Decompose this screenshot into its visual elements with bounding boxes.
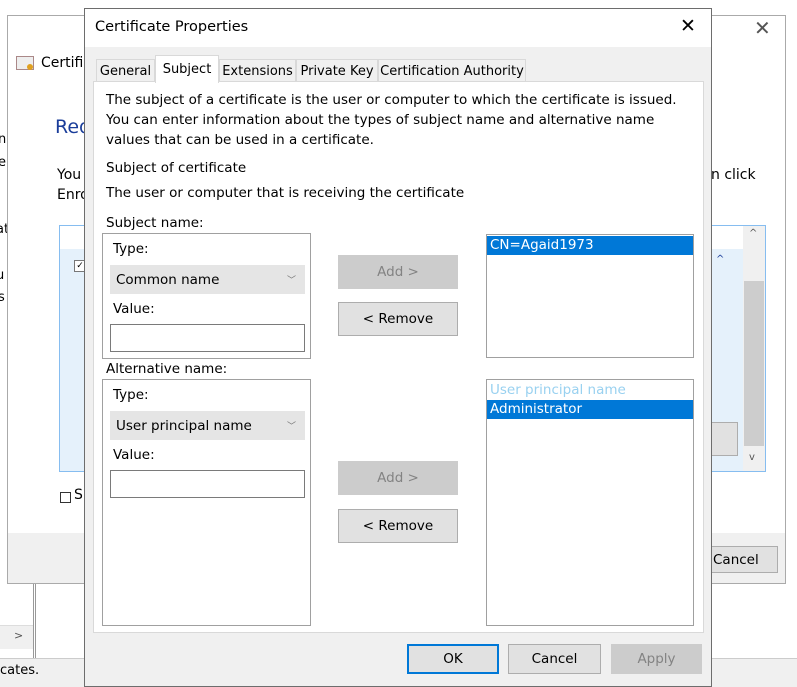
type-label: Type: bbox=[113, 387, 149, 403]
value-label: Value: bbox=[113, 447, 155, 463]
button-label: Add > bbox=[377, 264, 419, 280]
tab-private-key[interactable]: Private Key bbox=[296, 59, 378, 82]
alternative-name-list[interactable]: User principal name Administrator bbox=[486, 379, 694, 626]
button-label: Add > bbox=[377, 470, 419, 486]
status-text: cates. bbox=[0, 663, 40, 678]
description-text: The subject of a certificate is the user… bbox=[106, 92, 677, 148]
list-item[interactable]: CN=Agaid1973 bbox=[487, 236, 693, 255]
subject-name-group: Type: Common name ﹀ Value: bbox=[102, 233, 311, 359]
type-label: Type: bbox=[113, 241, 149, 257]
horizontal-scrollbar[interactable]: > bbox=[0, 625, 33, 649]
value-label: Value: bbox=[113, 301, 155, 317]
subject-remove-button[interactable]: < Remove bbox=[338, 302, 458, 336]
chevron-down-icon: ﹀ bbox=[286, 276, 296, 286]
certificate-properties-dialog: Certificate Properties ✕ General Subject… bbox=[84, 8, 712, 687]
intro-text-right: n click bbox=[711, 167, 756, 183]
alternative-type-dropdown[interactable]: User principal name ﹀ bbox=[110, 411, 305, 440]
chevron-up-icon[interactable]: ^ bbox=[716, 254, 724, 265]
tab-certification-authority[interactable]: Certification Authority bbox=[378, 59, 526, 82]
close-icon[interactable]: ✕ bbox=[680, 15, 696, 37]
subject-add-button[interactable]: Add > bbox=[338, 255, 458, 289]
subject-name-label: Subject name: bbox=[106, 215, 204, 231]
dropdown-value: Common name bbox=[116, 271, 220, 288]
bg-fragment: n bbox=[0, 132, 7, 147]
subject-value-input[interactable] bbox=[110, 324, 305, 352]
certificate-icon bbox=[16, 56, 34, 70]
bg-fragment: u bbox=[0, 268, 5, 283]
bg-fragment: s bbox=[0, 290, 5, 305]
tab-label: Extensions bbox=[222, 63, 293, 79]
list-item[interactable]: Administrator bbox=[487, 400, 693, 419]
scroll-up-icon[interactable]: ^ bbox=[749, 228, 757, 239]
section-title: Subject of certificate bbox=[106, 160, 247, 176]
alternative-add-button[interactable]: Add > bbox=[338, 461, 458, 495]
subject-tab-panel: The subject of a certificate is the user… bbox=[93, 81, 704, 633]
tab-extensions[interactable]: Extensions bbox=[219, 59, 296, 82]
alternative-value-input[interactable] bbox=[110, 470, 305, 498]
tab-subject[interactable]: Subject bbox=[155, 55, 219, 83]
cancel-button[interactable]: Cancel bbox=[508, 644, 601, 674]
tab-label: Subject bbox=[162, 62, 212, 77]
button-label: Cancel bbox=[531, 651, 578, 667]
section-description: The user or computer that is receiving t… bbox=[106, 185, 465, 201]
title-bar: Certificate Properties ✕ bbox=[85, 9, 711, 47]
alternative-remove-button[interactable]: < Remove bbox=[338, 509, 458, 543]
button-label: < Remove bbox=[362, 311, 434, 327]
button-label: OK bbox=[443, 651, 463, 667]
scrollbar-thumb[interactable] bbox=[744, 281, 764, 446]
tab-label: Certification Authority bbox=[380, 63, 524, 79]
scroll-down-icon[interactable]: v bbox=[749, 452, 755, 463]
button-label: Apply bbox=[637, 651, 676, 667]
scroll-right-icon[interactable]: > bbox=[14, 629, 23, 642]
chevron-down-icon: ﹀ bbox=[286, 422, 296, 432]
close-icon[interactable]: ✕ bbox=[754, 16, 771, 40]
alternative-name-group: Type: User principal name ﹀ Value: bbox=[102, 379, 311, 626]
splitter bbox=[33, 583, 36, 658]
apply-button[interactable]: Apply bbox=[611, 644, 702, 674]
subject-type-dropdown[interactable]: Common name ﹀ bbox=[110, 265, 305, 294]
alternative-name-label: Alternative name: bbox=[106, 361, 228, 377]
button-label: Cancel bbox=[713, 551, 759, 568]
dropdown-value: User principal name bbox=[116, 417, 252, 434]
vertical-scrollbar[interactable]: ^ v bbox=[743, 226, 765, 471]
button-label: < Remove bbox=[362, 518, 434, 534]
bg-fragment: e bbox=[0, 155, 6, 170]
tab-label: General bbox=[99, 63, 152, 79]
list-group-header: User principal name bbox=[490, 382, 626, 398]
show-all-checkbox[interactable] bbox=[60, 492, 71, 503]
tab-general[interactable]: General bbox=[96, 59, 155, 82]
intro-text: You bbox=[57, 167, 82, 183]
tab-label: Private Key bbox=[300, 63, 374, 79]
dialog-title: Certificate Properties bbox=[95, 19, 249, 35]
subject-name-list[interactable]: CN=Agaid1973 bbox=[486, 234, 694, 358]
ok-button[interactable]: OK bbox=[407, 644, 499, 674]
